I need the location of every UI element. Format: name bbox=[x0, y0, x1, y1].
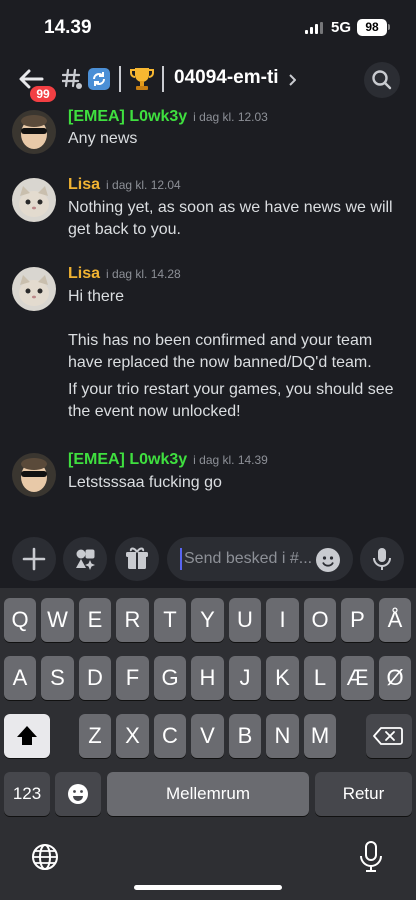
hash-icon bbox=[60, 68, 82, 90]
avatar[interactable] bbox=[12, 178, 56, 222]
microphone-button[interactable] bbox=[360, 537, 404, 581]
trophy-icon bbox=[130, 66, 154, 92]
message-text: Any news bbox=[68, 130, 138, 147]
home-indicator bbox=[134, 885, 282, 890]
apps-button[interactable] bbox=[63, 537, 107, 581]
key-t[interactable]: T bbox=[154, 598, 186, 642]
key-s[interactable]: S bbox=[41, 656, 74, 700]
message-text: Hi there bbox=[68, 288, 125, 305]
key-x[interactable]: X bbox=[116, 714, 149, 758]
refresh-icon bbox=[88, 68, 110, 90]
key-m[interactable]: M bbox=[304, 714, 336, 758]
emoji-keyboard-icon bbox=[68, 784, 88, 804]
key-v[interactable]: V bbox=[191, 714, 224, 758]
space-key[interactable]: Mellemrum bbox=[107, 772, 309, 816]
key-a[interactable]: A bbox=[4, 656, 36, 700]
key-q[interactable]: Q bbox=[4, 598, 36, 642]
key-f[interactable]: F bbox=[116, 656, 149, 700]
key-aa[interactable]: Å bbox=[379, 598, 411, 642]
globe-icon[interactable] bbox=[30, 842, 60, 872]
title-separator bbox=[119, 66, 121, 92]
plus-button[interactable] bbox=[12, 537, 56, 581]
text-caret bbox=[180, 548, 182, 570]
key-h[interactable]: H bbox=[191, 656, 224, 700]
timestamp: i dag kl. 12.03 bbox=[193, 110, 268, 124]
signal-icon bbox=[305, 22, 323, 34]
message-text: This has no been confirmed and your team bbox=[68, 332, 373, 349]
key-z[interactable]: Z bbox=[79, 714, 111, 758]
key-j[interactable]: J bbox=[229, 656, 261, 700]
key-b[interactable]: B bbox=[229, 714, 261, 758]
shift-key[interactable] bbox=[4, 714, 50, 758]
timestamp: i dag kl. 14.28 bbox=[106, 267, 181, 281]
shift-icon bbox=[17, 726, 37, 745]
channel-header: 99 04094-em-ti bbox=[0, 54, 416, 106]
key-g[interactable]: G bbox=[154, 656, 186, 700]
message-text: get back to you. bbox=[68, 221, 181, 238]
chevron-right-icon[interactable] bbox=[288, 73, 297, 86]
apps-icon bbox=[76, 549, 95, 570]
author-name[interactable]: Lisa bbox=[68, 265, 100, 282]
author-name[interactable]: [EMEA] L0wk3y bbox=[68, 108, 187, 125]
timestamp: i dag kl. 12.04 bbox=[106, 178, 181, 192]
avatar[interactable] bbox=[12, 110, 56, 154]
unread-badge: 99 bbox=[28, 84, 58, 104]
dictation-icon[interactable] bbox=[358, 840, 384, 874]
message-list[interactable]: [EMEA] L0wk3y i dag kl. 12.03 Any news Li… bbox=[0, 106, 416, 526]
emoji-icon[interactable] bbox=[316, 548, 340, 572]
microphone-icon bbox=[373, 548, 391, 570]
return-key[interactable]: Retur bbox=[315, 772, 412, 816]
author-name[interactable]: Lisa bbox=[68, 176, 100, 193]
avatar[interactable] bbox=[12, 453, 56, 497]
key-d[interactable]: D bbox=[79, 656, 111, 700]
key-y[interactable]: Y bbox=[191, 598, 224, 642]
gift-icon bbox=[126, 547, 148, 569]
search-icon bbox=[372, 70, 392, 90]
title-separator bbox=[162, 66, 164, 92]
backspace-key[interactable] bbox=[366, 714, 412, 758]
key-r[interactable]: R bbox=[116, 598, 149, 642]
battery-tip bbox=[388, 24, 390, 30]
status-bar: 14.39 5G 98 bbox=[0, 0, 416, 54]
network-label: 5G bbox=[331, 19, 352, 36]
timestamp: i dag kl. 14.39 bbox=[193, 453, 268, 467]
key-i[interactable]: I bbox=[266, 598, 299, 642]
key-oe[interactable]: Ø bbox=[379, 656, 411, 700]
key-o[interactable]: O bbox=[304, 598, 336, 642]
battery-icon: 98 bbox=[357, 19, 387, 36]
channel-name[interactable]: 04094-em-ti bbox=[174, 67, 279, 89]
backspace-icon bbox=[373, 727, 403, 745]
message-text: the event now unlocked! bbox=[68, 403, 241, 420]
message-text: If your trio restart your games, you sho… bbox=[68, 381, 394, 398]
search-button[interactable] bbox=[364, 62, 400, 98]
emoji-key[interactable] bbox=[55, 772, 101, 816]
message-text: have replaced the now banned/DQ'd team. bbox=[68, 354, 372, 371]
numbers-key[interactable]: 123 bbox=[4, 772, 50, 816]
key-w[interactable]: W bbox=[41, 598, 74, 642]
author-name[interactable]: [EMEA] L0wk3y bbox=[68, 451, 187, 468]
key-l[interactable]: L bbox=[304, 656, 336, 700]
gift-button[interactable] bbox=[115, 537, 159, 581]
key-u[interactable]: U bbox=[229, 598, 261, 642]
message-text: Nothing yet, as soon as we have news we … bbox=[68, 199, 393, 216]
message-text: Letstsssaa fucking go bbox=[68, 474, 222, 491]
message-composer: Send besked i #... bbox=[0, 535, 416, 583]
key-p[interactable]: P bbox=[341, 598, 374, 642]
status-time: 14.39 bbox=[44, 17, 92, 38]
key-k[interactable]: K bbox=[266, 656, 299, 700]
avatar[interactable] bbox=[12, 267, 56, 311]
key-n[interactable]: N bbox=[266, 714, 299, 758]
key-c[interactable]: C bbox=[154, 714, 186, 758]
input-placeholder: Send besked i #... bbox=[184, 550, 313, 567]
key-ae[interactable]: Æ bbox=[341, 656, 374, 700]
key-e[interactable]: E bbox=[79, 598, 111, 642]
plus-icon bbox=[22, 547, 46, 571]
